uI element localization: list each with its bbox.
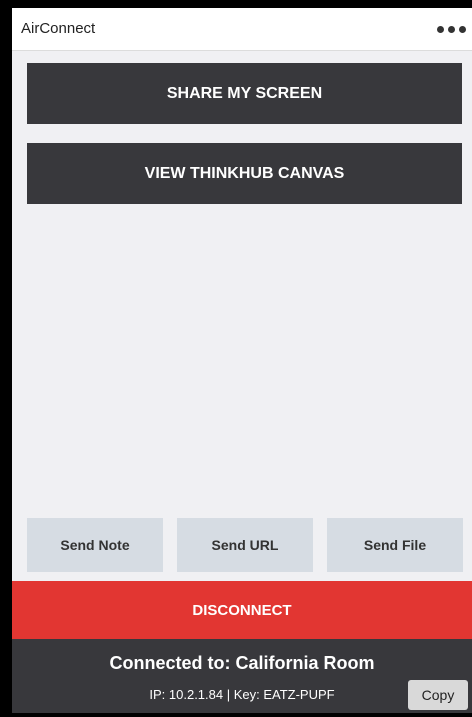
app-title: AirConnect — [21, 20, 96, 37]
connection-status-panel: Connected to: California Room IP: 10.2.1… — [12, 639, 472, 713]
ip-key-info: IP: 10.2.1.84 | Key: EATZ-PUPF — [149, 687, 335, 702]
menu-dot — [448, 25, 455, 33]
send-url-button[interactable]: Send URL — [177, 518, 313, 572]
connected-room-text: Connected to: California Room — [109, 653, 375, 673]
copy-button[interactable]: Copy — [408, 680, 468, 710]
airconnect-window: AirConnect SHARE MY SCREEN VIEW THINKHUB… — [12, 8, 472, 713]
send-file-button[interactable]: Send File — [327, 518, 463, 572]
send-note-button[interactable]: Send Note — [27, 518, 163, 572]
title-bar: AirConnect — [12, 8, 472, 51]
disconnect-button[interactable]: DISCONNECT — [12, 581, 472, 639]
more-options-icon[interactable] — [426, 22, 466, 36]
menu-dot — [459, 25, 466, 33]
view-thinkhub-canvas-button[interactable]: VIEW THINKHUB CANVAS — [27, 143, 462, 204]
menu-dot — [437, 25, 444, 33]
share-screen-button[interactable]: SHARE MY SCREEN — [27, 63, 462, 124]
